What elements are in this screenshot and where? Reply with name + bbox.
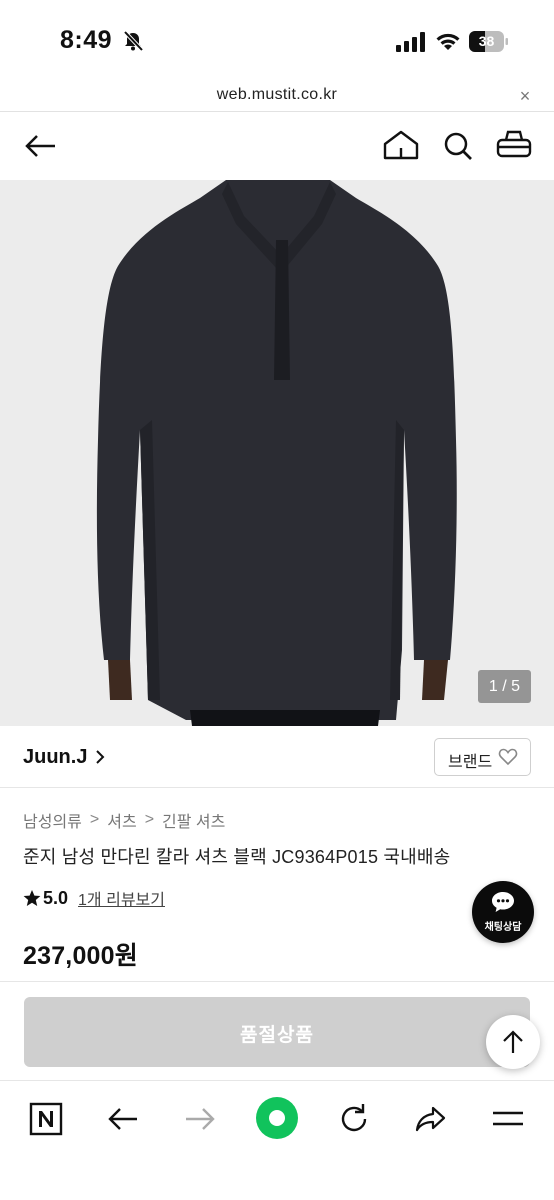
shopping-basket-icon[interactable] [495, 128, 533, 164]
brand-name-link[interactable]: Juun.J [23, 746, 87, 769]
url-bar[interactable]: web.mustit.co.kr × [0, 84, 554, 112]
battery-icon: 38 [469, 31, 509, 52]
breadcrumb-item[interactable]: 남성의류 [23, 808, 82, 832]
breadcrumb-item[interactable]: 셔츠 [107, 808, 136, 832]
scroll-to-top-button[interactable] [486, 1015, 540, 1069]
browser-back-icon[interactable] [103, 1099, 143, 1139]
shirt-photo [0, 180, 554, 726]
home-icon[interactable] [382, 128, 420, 164]
star-icon [23, 890, 41, 906]
battery-level: 38 [478, 33, 495, 49]
brand-row: Juun.J 브랜드 [0, 726, 554, 788]
share-icon[interactable] [411, 1099, 451, 1139]
menu-icon[interactable] [488, 1099, 528, 1139]
brand-like-button[interactable]: 브랜드 [434, 738, 531, 776]
breadcrumb-item[interactable]: 긴팔 셔츠 [162, 808, 225, 832]
chevron-right-icon[interactable] [92, 748, 108, 766]
image-counter: 1 / 5 [478, 670, 531, 703]
status-time: 8:49 [60, 26, 113, 54]
status-bar: 8:49 38 [0, 0, 554, 84]
chat-consult-button[interactable]: 채팅상담 [472, 881, 534, 943]
rating-value: 5.0 [43, 887, 69, 908]
browser-toolbar [0, 1080, 554, 1200]
product-price: 237,000원 [23, 942, 138, 970]
close-icon[interactable]: × [514, 86, 536, 106]
divider [0, 981, 554, 982]
breadcrumb-separator: > [144, 811, 155, 828]
chat-bubble-icon [492, 892, 514, 912]
brand-button-label: 브랜드 [448, 754, 493, 771]
naver-logo-icon[interactable] [26, 1099, 66, 1139]
wifi-icon [436, 33, 460, 50]
cellular-signal-icon [396, 32, 425, 52]
arrow-up-icon [503, 1030, 523, 1053]
heart-icon [498, 748, 518, 766]
chat-consult-label: 채팅상담 [484, 922, 522, 933]
rating-row: 5.0 1개 리뷰보기 [23, 886, 165, 910]
refresh-icon[interactable] [334, 1099, 374, 1139]
browser-forward-icon [186, 1108, 215, 1130]
search-icon[interactable] [440, 128, 478, 164]
green-home-button[interactable] [256, 1097, 298, 1139]
breadcrumb-separator: > [89, 811, 100, 828]
breadcrumb: 남성의류 > 셔츠 > 긴팔 셔츠 [23, 808, 225, 832]
product-image[interactable] [0, 180, 554, 726]
back-arrow-icon[interactable] [22, 128, 60, 164]
url-text[interactable]: web.mustit.co.kr [0, 86, 554, 104]
soldout-label: 품절상품 [240, 1025, 314, 1046]
bell-muted-icon [123, 30, 144, 52]
app-header [0, 112, 554, 180]
product-title: 준지 남성 만다린 칼라 셔츠 블랙 JC9364P015 국내배송 [23, 847, 451, 867]
soldout-button[interactable]: 품절상품 [24, 997, 530, 1067]
review-link[interactable]: 1개 리뷰보기 [78, 886, 165, 910]
